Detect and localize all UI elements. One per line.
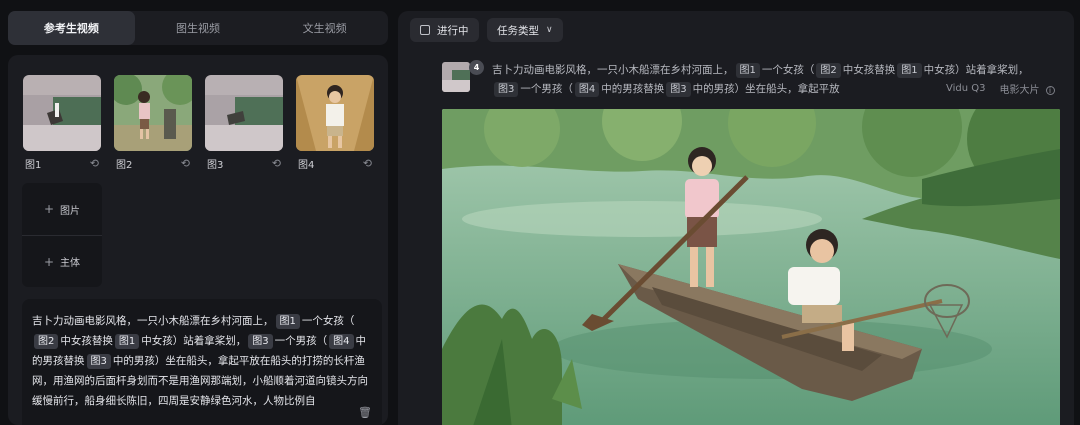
- reference-card: 图1 ⟲ 图2 ⟲ 图3 ⟲ 图4 ⟲ + 图片 + 主体 吉卜力动画电影风格，…: [8, 55, 388, 425]
- add-image-button[interactable]: + 图片: [22, 183, 102, 235]
- reference-chip[interactable]: 图1: [114, 334, 140, 349]
- task-meta: Vidu Q3 电影大片 i: [932, 78, 1055, 98]
- reference-list: 图1 ⟲ 图2 ⟲ 图3 ⟲ 图4 ⟲: [23, 75, 374, 173]
- swap-icon[interactable]: ⟲: [90, 157, 99, 170]
- add-panel: + 图片 + 主体: [22, 183, 102, 287]
- swap-icon[interactable]: ⟲: [272, 157, 281, 170]
- mode-tabs: 参考生视频 图生视频 文生视频: [8, 11, 388, 45]
- reference-chip: 图3: [666, 82, 691, 97]
- reference-item[interactable]: 图3 ⟲: [205, 75, 283, 173]
- reference-label: 图1: [25, 159, 42, 171]
- reference-chip: 图4: [574, 82, 600, 97]
- trash-icon[interactable]: 🗑: [358, 406, 372, 419]
- plus-icon: +: [43, 254, 55, 269]
- prompt-editor[interactable]: 吉卜力动画电影风格，一只小木船漂在乡村河面上， 图1 一个女孩（图2 中女孩替换 图1 中…: [22, 299, 382, 425]
- generated-video[interactable]: [442, 109, 1060, 425]
- reference-item[interactable]: 图4 ⟲: [296, 75, 374, 173]
- reference-label: 图2: [116, 159, 133, 171]
- task-thumbnail[interactable]: [442, 62, 470, 92]
- reference-item[interactable]: 图2 ⟲: [114, 75, 192, 173]
- style-tag: 电影大片 i: [1000, 81, 1055, 96]
- model-name: Vidu Q3: [946, 82, 986, 94]
- reference-label: 图4: [298, 159, 315, 171]
- add-subject-button[interactable]: + 主体: [22, 235, 102, 287]
- swap-icon[interactable]: ⟲: [181, 157, 190, 170]
- reference-chip: 图1: [735, 63, 760, 78]
- tab-text-video[interactable]: 文生视频: [261, 11, 388, 45]
- reference-image-4[interactable]: [296, 75, 374, 151]
- reference-chip[interactable]: 图3: [86, 354, 111, 369]
- reference-chip: 图2: [816, 63, 841, 78]
- results-panel: 进行中 任务类型 ∨ 4 吉卜力动画电影风格，一只小木船漂在乡村河面上， 图1 一个…: [398, 11, 1074, 425]
- reference-chip[interactable]: 图3: [248, 334, 273, 349]
- reference-image-2[interactable]: [114, 75, 192, 151]
- tab-reference-video[interactable]: 参考生视频: [8, 11, 135, 45]
- prompt-text[interactable]: 吉卜力动画电影风格，一只小木船漂在乡村河面上， 图1 一个女孩（图2 中女孩替换 图1 中…: [32, 311, 372, 411]
- swap-icon[interactable]: ⟲: [363, 157, 372, 170]
- chevron-down-icon: ∨: [546, 25, 553, 35]
- tab-image-video[interactable]: 图生视频: [135, 11, 262, 45]
- info-icon[interactable]: i: [1045, 85, 1055, 95]
- in-progress-filter[interactable]: 进行中: [410, 18, 479, 42]
- reference-chip[interactable]: 图2: [34, 334, 59, 349]
- left-panel: 参考生视频 图生视频 文生视频 图1 ⟲ 图2 ⟲ 图3 ⟲ 图4 ⟲ + 图片…: [0, 0, 396, 425]
- reference-chip[interactable]: 图4: [329, 334, 354, 349]
- task-type-dropdown[interactable]: 任务类型 ∨: [487, 18, 563, 42]
- reference-image-1[interactable]: [23, 75, 101, 151]
- reference-count-badge: 4: [469, 60, 484, 75]
- reference-item[interactable]: 图1 ⟲: [23, 75, 101, 173]
- reference-chip: 图1: [897, 63, 922, 78]
- plus-icon: +: [43, 202, 55, 216]
- reference-chip: 图3: [494, 82, 519, 97]
- reference-chip[interactable]: 图1: [275, 314, 300, 329]
- reference-image-3[interactable]: [205, 75, 283, 151]
- checkbox-icon[interactable]: [420, 25, 430, 35]
- reference-label: 图3: [207, 159, 224, 171]
